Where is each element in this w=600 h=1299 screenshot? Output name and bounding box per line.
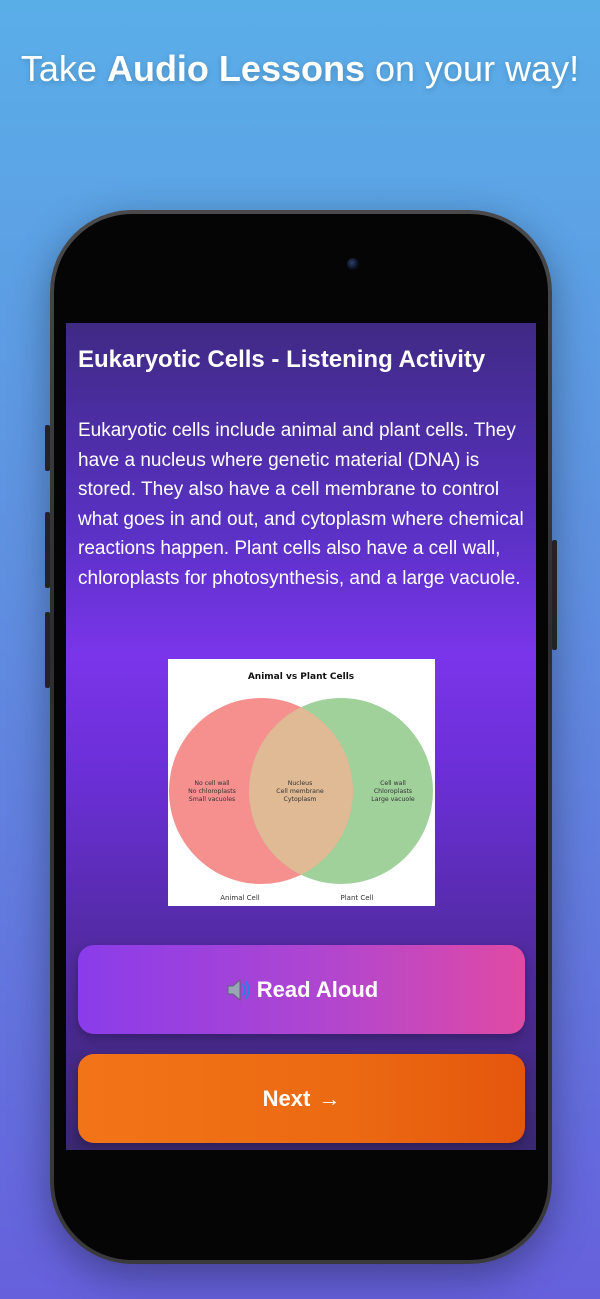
next-label: Next	[262, 1085, 311, 1111]
front-camera-icon	[347, 258, 359, 270]
right-only-item: Large vacuole	[371, 796, 415, 803]
left-only-item: No cell wall	[194, 780, 230, 787]
shared-item: Nucleus	[288, 780, 313, 787]
headline-emphasis: Audio Lessons	[106, 48, 365, 89]
headline-suffix: on your way!	[364, 48, 580, 89]
right-only-item: Chloroplasts	[374, 788, 412, 795]
speaker-icon	[227, 978, 250, 1001]
shared-item: Cell membrane	[276, 788, 324, 795]
lesson-title: Eukaryotic Cells - Listening Activity	[78, 346, 486, 373]
animal-cell-label: Animal Cell	[220, 894, 260, 902]
left-only-item: Small vacuoles	[189, 796, 235, 803]
venn-diagram: Animal vs Plant Cells No cell wall No ch…	[168, 659, 435, 906]
read-aloud-button[interactable]: Read Aloud	[78, 945, 525, 1034]
app-screen: Eukaryotic Cells - Listening Activity Eu…	[66, 323, 536, 1150]
diagram-title: Animal vs Plant Cells	[248, 672, 354, 682]
headline-prefix: Take	[20, 48, 107, 89]
left-only-item: No chloroplasts	[188, 788, 236, 795]
lesson-body: Eukaryotic cells include animal and plan…	[78, 420, 524, 589]
arrow-right-icon: →	[318, 1085, 341, 1111]
plant-cell-label: Plant Cell	[341, 894, 374, 902]
phone-power-button	[552, 540, 557, 650]
headline: Take Audio Lessons on your way!	[0, 48, 600, 90]
read-aloud-label: Read Aloud	[256, 976, 379, 1002]
right-only-item: Cell wall	[380, 780, 406, 787]
next-button[interactable]: Next →	[78, 1054, 525, 1143]
shared-item: Cytoplasm	[284, 796, 317, 803]
